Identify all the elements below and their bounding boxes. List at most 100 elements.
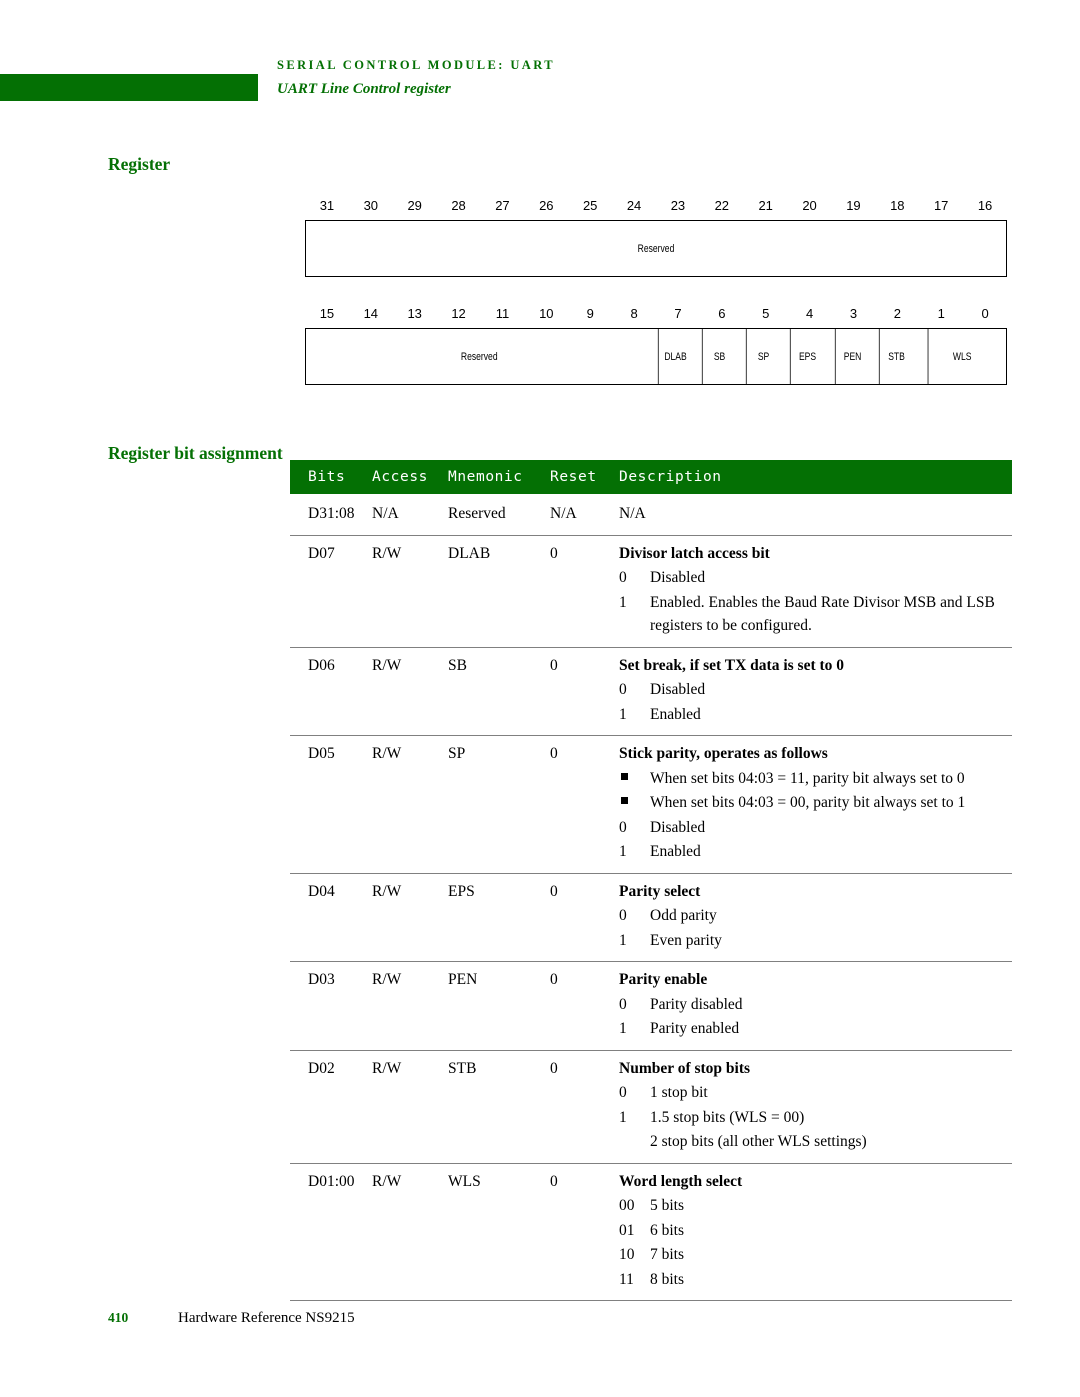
bit-number: 24 [626, 198, 642, 213]
description-title: Word length select [619, 1172, 743, 1190]
description-value-key: 01 [619, 1221, 635, 1239]
cell-bits: D07 [308, 544, 335, 562]
cell-mnemonic: DLAB [448, 544, 491, 562]
register-field-label: SB [713, 350, 726, 363]
header-green-bar [0, 74, 258, 101]
page-footer: 410 Hardware Reference NS9215 [108, 1310, 908, 1327]
bit-number: 26 [539, 198, 554, 213]
cell-description: Stick parity, operates as follows When se… [619, 742, 1012, 864]
column-header-reset: Reset [550, 469, 597, 485]
cell-reset: 0 [550, 745, 558, 762]
description-value-item: 0 Disabled [619, 566, 1012, 590]
description-value-item: 1 Enabled [619, 703, 1012, 727]
register-field-row-high: Reserved [305, 220, 1007, 277]
cell-description: N/A [619, 502, 1012, 526]
description-value-item: 0 Disabled [619, 678, 1012, 702]
cell-description: Parity enable 0 Parity disabled 1 Parity ena… [619, 968, 1012, 1041]
description-value-text: Enabled. Enables the Baud Rate Divisor M… [650, 593, 995, 635]
bit-number: 29 [407, 198, 422, 213]
running-header-subtitle: UART Line Control register [277, 81, 451, 97]
cell-description: Number of stop bits 0 1 stop bit 1 1.5 stop … [619, 1057, 1012, 1154]
description-value-key: 0 [619, 818, 627, 836]
description-value-text: When set bits 04:03 = 11, parity bit alw… [650, 769, 965, 787]
register-bit-assignment-table: Bits Access Mnemonic Reset Description D… [290, 460, 1012, 1301]
description-value-item: 0 Odd parity [619, 904, 1012, 928]
cell-mnemonic: PEN [448, 971, 478, 988]
bit-number: 1 [937, 306, 945, 321]
description-value-text: 5 bits [650, 1197, 685, 1214]
register-field-label: Reserved [460, 350, 498, 363]
bit-number: 5 [762, 306, 770, 321]
cell-mnemonic: SB [448, 656, 467, 674]
bit-number: 9 [586, 306, 594, 321]
table-row: D07 R/W DLAB 0 Divisor latch access bit 0 Disa… [290, 534, 1012, 647]
running-header-title: SERIAL CONTROL MODULE: UART [277, 58, 555, 72]
cell-reset: 0 [550, 1059, 558, 1077]
register-field-label: PEN [843, 350, 862, 363]
cell-reset: 0 [550, 971, 558, 988]
cell-access: R/W [372, 544, 402, 562]
description-value-item: 1 1.5 stop bits (WLS = 00) [619, 1106, 1012, 1130]
register-field-row-low: Reserved DLAB SB SP EPS PEN STB WLS [305, 328, 1007, 385]
description-value-text: Enabled [650, 843, 701, 860]
description-value-item: 2 stop bits (all other WLS settings) [619, 1130, 1012, 1154]
table-row: D01:00 R/W WLS 0 Word length select 00 5 bits 0… [290, 1162, 1012, 1301]
column-header-description: Description [619, 469, 722, 485]
bit-number: 0 [981, 306, 989, 321]
description-value-key: 00 [619, 1197, 635, 1214]
cell-reset: 0 [550, 1172, 558, 1190]
cell-bits: D05 [308, 745, 335, 762]
bit-number: 2 [893, 306, 901, 321]
register-field-label: WLS [953, 350, 972, 363]
description-value-text: When set bits 04:03 = 00, parity bit alw… [650, 794, 966, 811]
cell-access: R/W [372, 745, 402, 762]
square-bullet-icon [619, 791, 650, 815]
register-diagram-low-word: 15 14 13 12 11 10 9 8 7 6 5 4 3 2 1 0 Reserved DLAB SB SP E… [305, 304, 1007, 385]
cell-reset: N/A [550, 505, 577, 522]
description-value-key: 11 [619, 1270, 634, 1288]
cell-reset: 0 [550, 656, 558, 674]
register-field-sp: SP [745, 329, 781, 384]
description-value-key: 1 [619, 1108, 627, 1126]
bit-number: 12 [451, 306, 466, 321]
bit-number-row-low: 15 14 13 12 11 10 9 8 7 6 5 4 3 2 1 0 [305, 304, 1007, 328]
register-field-reserved: Reserved [344, 329, 614, 384]
bit-number: 17 [933, 198, 949, 213]
description-value-text: 7 bits [650, 1246, 685, 1263]
description-value-text: 2 stop bits (all other WLS settings) [650, 1133, 867, 1150]
description-value-key: 1 [619, 705, 627, 723]
description-value-text: Even parity [650, 931, 722, 949]
description-value-item: 11 8 bits [619, 1268, 1012, 1292]
bit-number: 25 [582, 198, 598, 213]
column-header-mnemonic: Mnemonic [448, 469, 523, 485]
description-value-key: 1 [619, 843, 627, 860]
description-value-item: 1 Parity enabled [619, 1017, 1012, 1041]
bit-number: 16 [977, 198, 993, 213]
description-value-item: 0 1 stop bit [619, 1081, 1012, 1105]
register-field-label: Reserved [637, 242, 675, 255]
table-row: D02 R/W STB 0 Number of stop bits 0 1 stop bit… [290, 1049, 1012, 1163]
bit-number: 4 [805, 306, 814, 321]
description-title: Parity select [619, 882, 701, 900]
register-field-stb: STB [878, 329, 914, 384]
cell-mnemonic: EPS [448, 882, 475, 900]
register-field-sb: SB [701, 329, 737, 384]
description-value-text: Disabled [650, 569, 706, 586]
description-value-text: 1 stop bit [650, 1084, 708, 1101]
bit-number: 18 [890, 198, 905, 213]
bit-number: 31 [319, 198, 335, 213]
description-value-key [619, 1130, 650, 1154]
description-value-item: 1 Even parity [619, 929, 1012, 953]
bit-number: 23 [670, 198, 686, 213]
table-bottom-rule [290, 1300, 1012, 1301]
footer-document-name: Hardware Reference NS9215 [178, 1310, 355, 1326]
description-value-item: 00 5 bits [619, 1194, 1012, 1218]
register-field-reserved: Reserved [383, 221, 929, 276]
cell-description: Set break, if set TX data is set to 0 0 Di… [619, 654, 1012, 727]
bit-number: 13 [407, 306, 422, 321]
description-value-item: 1 Enabled. Enables the Baud Rate Divisor … [619, 591, 1012, 638]
table-body: D31:08 N/A Reserved N/A N/A D07 R/W DLAB 0 Diviso… [290, 494, 1012, 1300]
bit-number: 11 [495, 306, 510, 321]
bit-number: 21 [758, 198, 773, 213]
bit-number: 15 [319, 306, 335, 321]
